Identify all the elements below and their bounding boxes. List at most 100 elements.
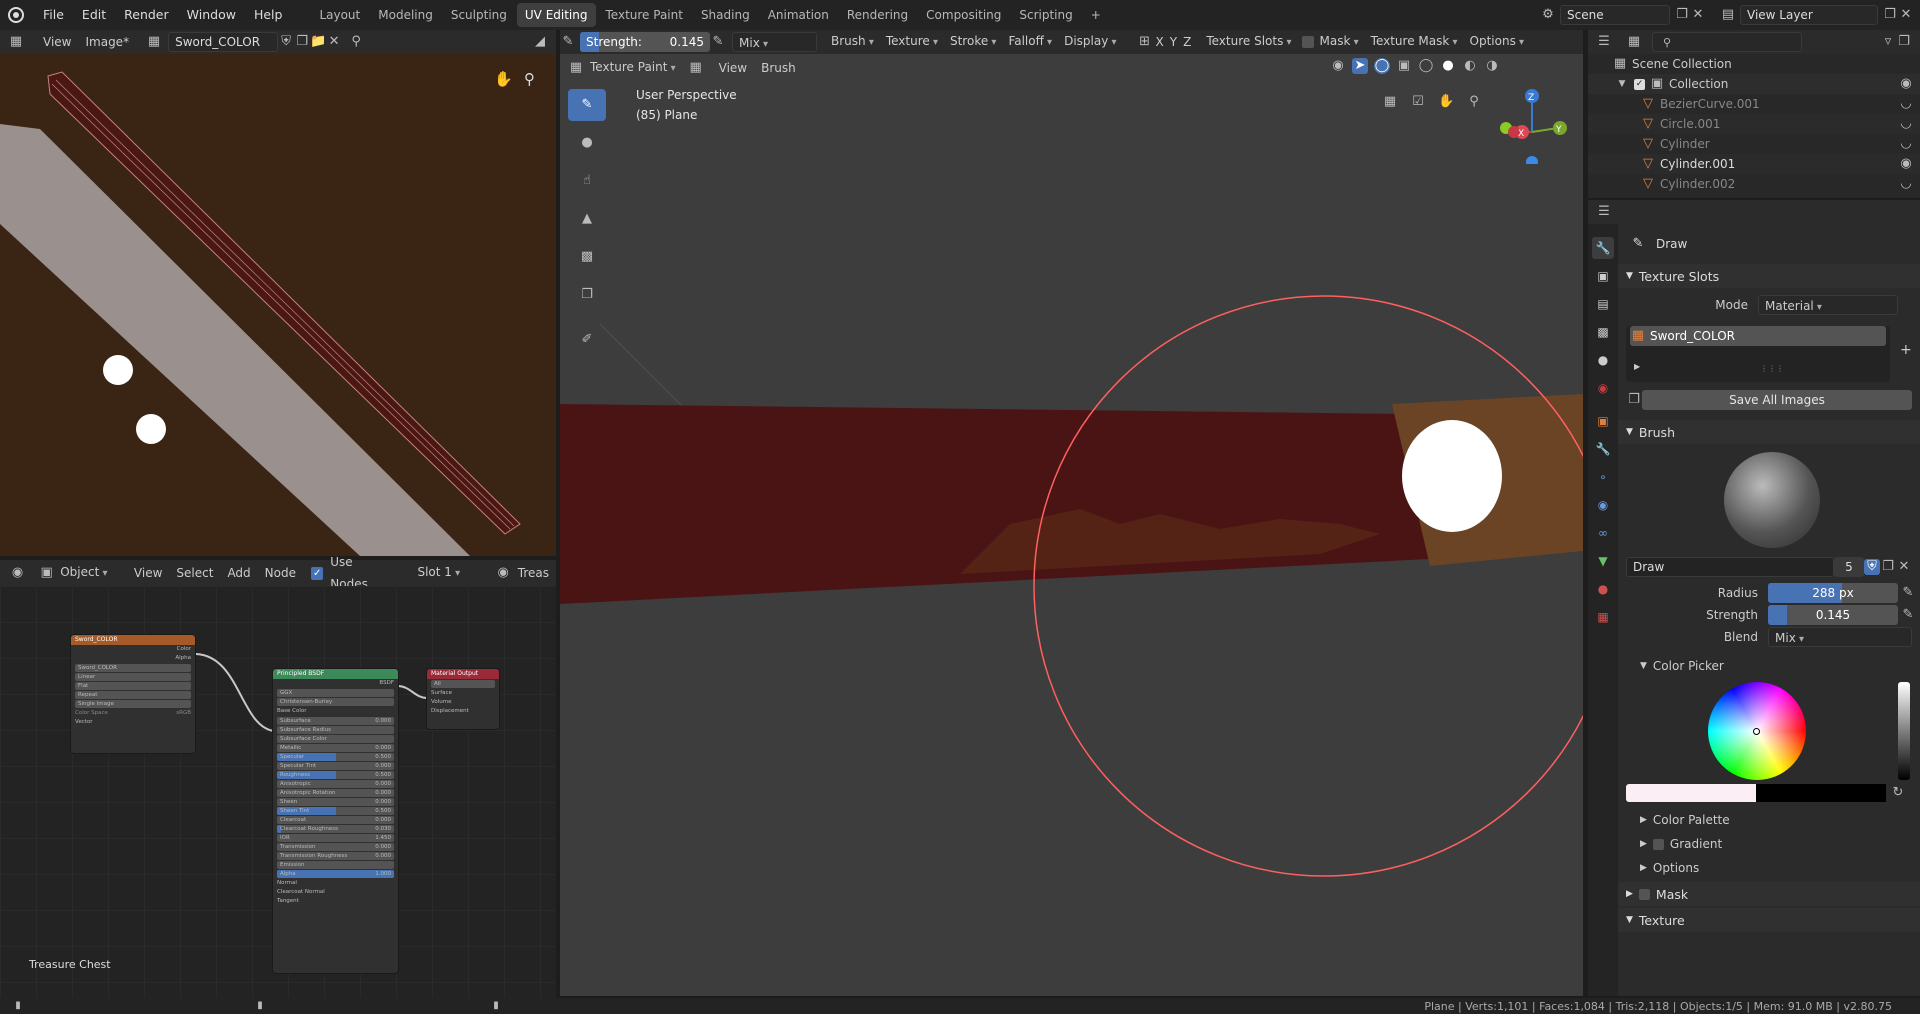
viewport-canvas[interactable]: ✎ ● ☝ ▲ ▩ ❐ ✐ ▦ Texture Paint ▦ View Bru… [560, 54, 1583, 996]
output-volume[interactable]: Volume [427, 698, 499, 707]
texture-slots-menu[interactable]: Texture Slots [1200, 31, 1297, 53]
material-browse-icon[interactable]: ◉ [496, 565, 511, 581]
output-node-title[interactable]: Material Output [427, 669, 499, 679]
fill-tool[interactable]: ▩ [568, 241, 606, 273]
tab-physics-icon[interactable]: ◉ [1592, 494, 1614, 516]
texture-mask-menu[interactable]: Texture Mask [1365, 31, 1464, 53]
image-node-interp[interactable]: Linear [75, 673, 191, 681]
bsdf-input-row[interactable]: Subsurface Color [277, 735, 394, 743]
swap-colors-icon[interactable]: ↻ [1890, 785, 1906, 801]
pin-icon[interactable]: ⚲ [348, 34, 364, 50]
mode-dropdown[interactable]: Material [1758, 295, 1898, 315]
bsdf-input-row[interactable]: Sheen Tint 0.500 [277, 807, 394, 815]
display-mode-dropdown-icon[interactable]: ▦ [1626, 34, 1642, 50]
node-editor-type-icon[interactable]: ◉ [10, 565, 25, 581]
node-node-menu[interactable]: Node [258, 562, 303, 584]
tab-scene-icon[interactable]: ● [1592, 349, 1614, 371]
tab-output-icon[interactable]: ▤ [1592, 293, 1614, 315]
mask-menu[interactable]: Mask [1314, 31, 1365, 53]
scene-field[interactable]: Scene [1560, 5, 1670, 25]
mask-panel-header[interactable]: ▶ Mask [1618, 882, 1920, 906]
options-menu[interactable]: Options [1464, 31, 1531, 53]
outliner-item[interactable]: ▽ Cylinder.002 ◡ [1588, 174, 1920, 194]
mask-checkbox[interactable] [1301, 36, 1314, 48]
list-resize-grip-icon[interactable]: ⋮⋮⋮ [1760, 364, 1784, 373]
bsdf-subsurface-method[interactable]: Christensen-Burley [277, 698, 394, 706]
add-slot-button[interactable]: + [1900, 342, 1912, 358]
tab-object-icon[interactable]: ▣ [1592, 410, 1614, 432]
smear-tool[interactable]: ☝ [568, 165, 606, 197]
outliner-item[interactable]: ▽ Circle.001 ◡ [1588, 114, 1920, 134]
stroke-menu[interactable]: Stroke [944, 31, 1002, 53]
annotate-tool[interactable]: ✐ [568, 324, 606, 356]
new-collection-icon[interactable]: ❐ [1896, 34, 1912, 50]
display-mode-icon[interactable]: ◢ [532, 34, 548, 50]
visibility-eye-icon[interactable]: ◡ [1898, 176, 1914, 192]
image-node-image-field[interactable]: Sword_COLOR [75, 664, 191, 672]
bsdf-clearcoat-normal[interactable]: Clearcoat Normal [273, 888, 398, 897]
brush-panel-header[interactable]: ▼ Brush [1618, 420, 1920, 444]
tab-modifier-icon[interactable]: 🔧 [1592, 438, 1614, 460]
fake-user-shield-icon[interactable]: ⛨ [1864, 559, 1880, 575]
unlink-brush-icon[interactable]: ✕ [1896, 559, 1912, 575]
tab-tool-icon[interactable]: 🔧 [1592, 237, 1614, 259]
node-canvas[interactable]: Sword_COLOR Color Alpha Sword_COLOR Line… [0, 586, 556, 998]
texture-panel-header[interactable]: ▼ Texture [1618, 908, 1920, 932]
bsdf-input-row[interactable]: Metallic 0.000 [277, 744, 394, 752]
image-texture-node[interactable]: Sword_COLOR Color Alpha Sword_COLOR Line… [70, 634, 196, 754]
color-palette-subpanel[interactable]: ▶ Color Palette [1618, 808, 1920, 832]
collection-visibility-eye-icon[interactable]: ◉ [1898, 76, 1914, 92]
menu-render[interactable]: Render [115, 0, 178, 30]
tab-layout[interactable]: Layout [311, 3, 368, 27]
bsdf-input-row[interactable]: Specular 0.500 [277, 753, 394, 761]
bsdf-node-title[interactable]: Principled BSDF [273, 669, 398, 679]
bsdf-input-row[interactable]: Alpha 1.000 [277, 870, 394, 878]
menu-window[interactable]: Window [178, 0, 245, 30]
outliner-search-input[interactable]: ⚲ [1652, 32, 1802, 52]
header-strength-slider[interactable]: Strength: 0.145 [580, 32, 710, 52]
image-node-title[interactable]: Sword_COLOR [71, 635, 195, 645]
wireframe-shading-icon[interactable]: ◯ [1418, 58, 1434, 74]
brush-users-count[interactable]: 5 [1834, 557, 1864, 577]
add-workspace-button[interactable]: + [1083, 3, 1109, 27]
interaction-mode-dropdown[interactable]: Texture Paint [584, 57, 682, 79]
outliner-item[interactable]: ▽ Cylinder.001 ◉ [1588, 154, 1920, 174]
menu-file[interactable]: File [34, 0, 73, 30]
soften-tool[interactable]: ● [568, 127, 606, 159]
view-layer-icon[interactable]: ▤ [1720, 7, 1736, 23]
remove-scene-icon[interactable]: ✕ [1690, 7, 1706, 23]
image-node-vector-in[interactable]: Vector [71, 718, 195, 727]
image-menu[interactable]: Image* [78, 31, 136, 53]
scene-icon[interactable]: ⚙ [1540, 7, 1556, 23]
image-node-alpha-out[interactable]: Alpha [71, 654, 195, 663]
brush-preview-icon[interactable] [1724, 452, 1820, 548]
tab-rendering[interactable]: Rendering [839, 3, 916, 27]
overlay-toggle-icon[interactable]: ◯ [1374, 58, 1390, 74]
texture-slots-panel-header[interactable]: ▼ Texture Slots [1618, 264, 1920, 288]
viewport-brush-menu[interactable]: Brush [754, 57, 803, 79]
visibility-eye-icon[interactable]: ◡ [1898, 116, 1914, 132]
new-image-icon[interactable]: ❐ [294, 34, 310, 50]
filter-icon[interactable]: ▿ [1880, 34, 1896, 50]
material-shading-icon[interactable]: ◐ [1462, 58, 1478, 74]
viewport-editor-type-icon[interactable]: ▦ [568, 60, 584, 76]
properties-type-icon[interactable]: ☰ [1596, 204, 1612, 220]
collection-checkbox[interactable]: ✓ [1634, 78, 1645, 90]
object-mode-icon[interactable]: ▣ [39, 565, 54, 581]
list-expand-icon[interactable]: ▶ [1634, 362, 1640, 371]
texture-slot-item[interactable]: ▦ Sword_COLOR [1630, 326, 1886, 346]
radius-pressure-icon[interactable]: ✎ [1900, 585, 1916, 601]
image-canvas[interactable]: ✋ ⚲ [0, 54, 556, 556]
bsdf-input-row[interactable]: Emission [277, 861, 394, 869]
bsdf-input-row[interactable]: IOR 1.450 [277, 834, 394, 842]
tab-texture-paint[interactable]: Texture Paint [598, 3, 691, 27]
secondary-color-swatch[interactable] [1756, 784, 1886, 802]
bsdf-input-row[interactable]: Transmission Roughness 0.000 [277, 852, 394, 860]
material-output-node[interactable]: Material Output All Surface Volume Displ… [426, 668, 500, 730]
shader-type-dropdown[interactable]: Object [54, 562, 121, 584]
grid-view-icon[interactable]: ▦ [1382, 94, 1398, 110]
node-select-menu[interactable]: Select [169, 562, 220, 584]
scene-collection-row[interactable]: ▦ Scene Collection [1588, 54, 1920, 74]
bsdf-input-row[interactable]: Anisotropic Rotation 0.000 [277, 789, 394, 797]
paint-brush-icon[interactable]: ✎ [560, 34, 576, 50]
